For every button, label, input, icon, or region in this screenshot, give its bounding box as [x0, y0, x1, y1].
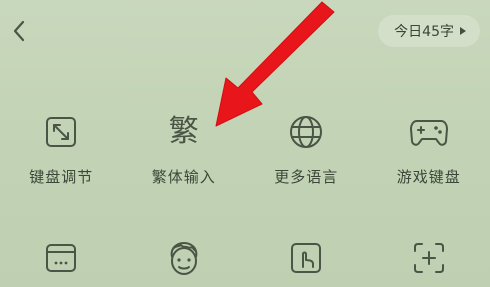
tool-label: 键盘调节 — [29, 168, 94, 186]
globe-icon — [284, 110, 328, 154]
tool-row-1: 键盘调节 繁 繁体输入 更多语言 游戏键盘 — [0, 110, 490, 187]
counter-text: 今日45字 — [394, 24, 454, 40]
tool-row2-item-3[interactable] — [245, 236, 368, 280]
gamepad-icon — [407, 110, 451, 154]
chevron-left-icon — [13, 20, 25, 42]
add-frame-icon — [407, 236, 451, 280]
tool-game-keyboard[interactable]: 游戏键盘 — [368, 110, 490, 187]
back-button[interactable] — [6, 16, 32, 46]
hand-tap-icon — [284, 236, 328, 280]
keyboard-window-icon — [39, 236, 83, 280]
traditional-glyph: 繁 — [168, 114, 199, 149]
keyboard-toolbox-panel: 今日45字 键盘调节 繁 繁体输入 更多语言 游戏键盘 — [0, 0, 490, 287]
tool-more-languages[interactable]: 更多语言 — [245, 110, 368, 187]
tool-row2-item-2[interactable] — [123, 236, 246, 280]
play-triangle-icon — [460, 27, 466, 35]
tool-row-2 — [0, 236, 490, 280]
daily-word-counter[interactable]: 今日45字 — [378, 15, 480, 47]
tool-row2-item-4[interactable] — [368, 236, 490, 280]
tool-row2-item-1[interactable] — [0, 236, 123, 280]
tool-label: 更多语言 — [274, 168, 339, 186]
traditional-char-icon: 繁 — [162, 110, 206, 154]
tool-keyboard-adjust[interactable]: 键盘调节 — [0, 110, 123, 187]
tool-label: 繁体输入 — [151, 168, 216, 186]
resize-icon — [39, 110, 83, 154]
tool-label: 游戏键盘 — [396, 168, 461, 186]
face-avatar-icon — [162, 236, 206, 280]
tool-traditional-input[interactable]: 繁 繁体输入 — [123, 110, 246, 187]
